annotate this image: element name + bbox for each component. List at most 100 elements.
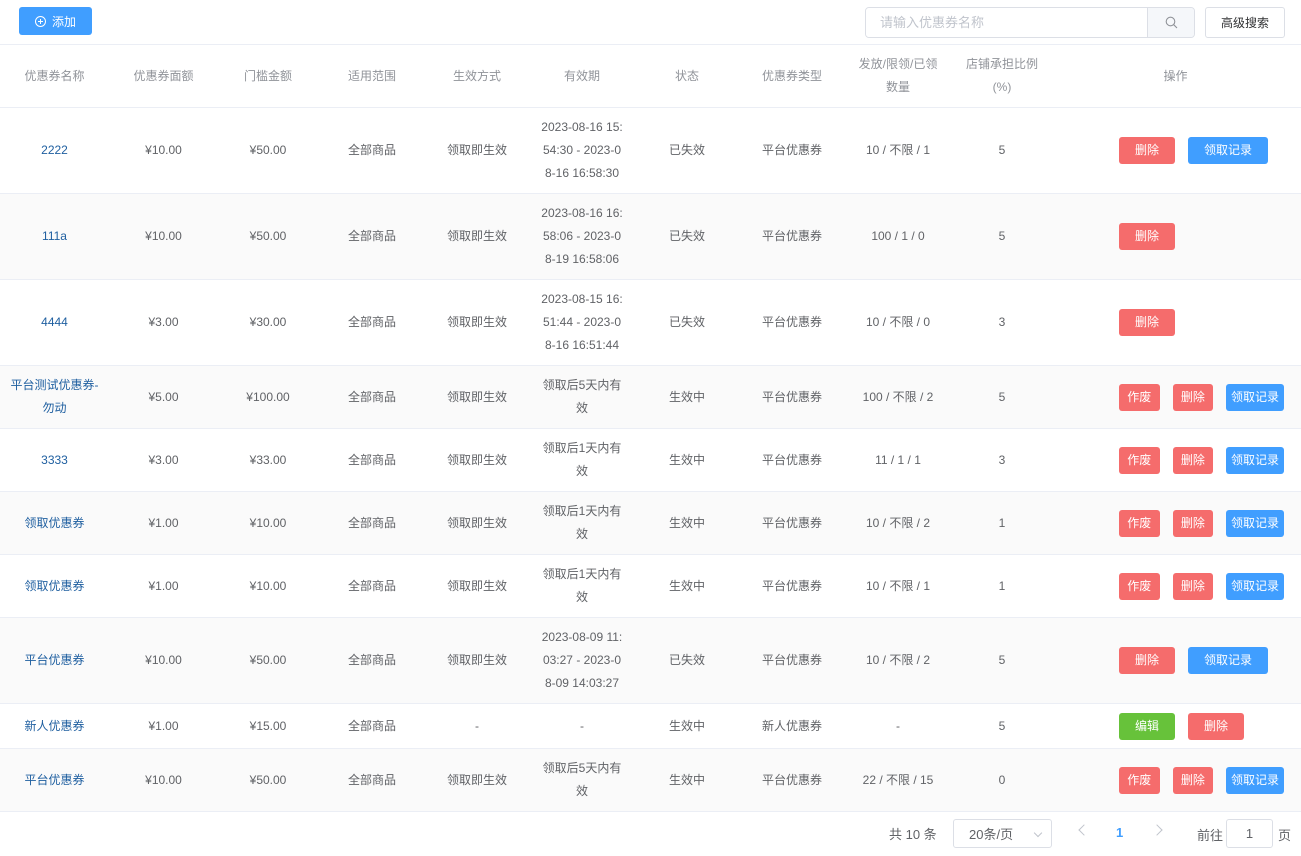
add-button[interactable]: 添加	[19, 7, 92, 35]
cell-status: 生效中	[636, 555, 738, 617]
delete-button[interactable]: 删除	[1172, 509, 1214, 537]
cell-status-text: 已失效	[668, 653, 705, 667]
cell-status: 生效中	[636, 704, 738, 748]
chevron-left-icon[interactable]	[1078, 824, 1090, 836]
cell-ratio-text: 1	[998, 578, 1006, 593]
claim-records-button[interactable]: 领取记录	[1226, 766, 1285, 794]
cell-name[interactable]: 2222	[0, 108, 109, 193]
chevron-right-icon[interactable]	[1151, 824, 1163, 836]
delete-button[interactable]: 删除	[1119, 223, 1175, 250]
edit-button[interactable]: 编辑	[1119, 712, 1175, 740]
cell-status-text: 生效中	[668, 515, 705, 530]
cell-ops: 作废 删除 领取记录	[1054, 366, 1301, 428]
search-input[interactable]	[866, 8, 1147, 37]
cell-name[interactable]: 平台优惠券	[0, 749, 109, 811]
claim-records-button[interactable]: 领取记录	[1188, 137, 1268, 164]
table-row: 111a ¥10.00 ¥50.00 全部商品 领取即生效 2023-08-16 16: 5…	[0, 194, 1301, 280]
cell-validity-line: 8-09 14:03:27	[544, 676, 620, 690]
cell-quantity-text: 10 / 不限 / 2	[865, 515, 931, 530]
cell-quantity-text: 10 / 不限 / 2	[865, 653, 931, 667]
cell-name[interactable]: 领取优惠券	[0, 555, 109, 617]
claim-records-button[interactable]: 领取记录	[1188, 647, 1268, 674]
delete-button[interactable]: 删除	[1172, 446, 1214, 474]
claim-records-button[interactable]: 领取记录	[1226, 383, 1285, 411]
void-button[interactable]: 作废	[1119, 383, 1160, 411]
cell-amount-text: ¥10.00	[145, 229, 182, 243]
cell-amount-text: ¥1.00	[148, 718, 179, 733]
cell-ops: 删除	[1054, 194, 1301, 279]
cell-type-text: 平台优惠券	[761, 578, 822, 593]
cell-status: 生效中	[636, 429, 738, 491]
cell-validity-line: 03:27 - 2023-0	[542, 653, 622, 667]
void-button[interactable]: 作废	[1119, 572, 1160, 600]
advanced-search-button[interactable]: 高级搜索	[1205, 7, 1285, 38]
cell-amount-text: ¥3.00	[148, 315, 179, 329]
cell-type: 平台优惠券	[738, 749, 846, 811]
cell-status: 已失效	[636, 108, 738, 193]
cell-scope-text: 全部商品	[347, 143, 396, 157]
cell-name[interactable]: 3333	[0, 429, 109, 491]
cell-quantity-text: 10 / 不限 / 1	[865, 143, 931, 157]
cell-effect-mode-text: 领取即生效	[446, 143, 507, 157]
cell-validity-line: 效	[575, 464, 588, 478]
cell-name-text: 111a	[42, 229, 67, 243]
cell-validity-line: 2023-08-15 16:	[541, 292, 623, 306]
delete-button[interactable]: 删除	[1172, 572, 1214, 600]
cell-name[interactable]: 111a	[0, 194, 109, 279]
search-button[interactable]	[1147, 8, 1194, 37]
cell-effect-mode-text: 领取即生效	[446, 578, 507, 593]
header-ops: 操作	[1163, 68, 1188, 83]
claim-records-button[interactable]: 领取记录	[1226, 572, 1285, 600]
cell-status: 生效中	[636, 749, 738, 811]
void-button[interactable]: 作废	[1119, 766, 1160, 794]
delete-button[interactable]: 删除	[1172, 766, 1214, 794]
cell-name[interactable]: 领取优惠券	[0, 492, 109, 554]
claim-records-button[interactable]: 领取记录	[1226, 446, 1285, 474]
delete-button[interactable]: 删除	[1119, 309, 1175, 336]
cell-amount-text: ¥1.00	[148, 515, 179, 530]
search-box	[865, 7, 1195, 38]
cell-amount: ¥10.00	[109, 108, 218, 193]
cell-amount-text: ¥10.00	[145, 772, 182, 787]
cell-effect-mode: 领取即生效	[426, 492, 528, 554]
delete-button[interactable]: 删除	[1119, 137, 1175, 164]
delete-button[interactable]: 删除	[1188, 712, 1244, 740]
cell-name[interactable]: 4444	[0, 280, 109, 365]
header-amount: 优惠券面额	[133, 68, 194, 83]
cell-effect-mode: 领取即生效	[426, 749, 528, 811]
cell-ratio: 0	[950, 749, 1054, 811]
cell-ratio: 3	[950, 280, 1054, 365]
cell-ratio: 3	[950, 429, 1054, 491]
claim-records-button[interactable]: 领取记录	[1226, 509, 1285, 537]
cell-threshold-text: ¥50.00	[249, 229, 287, 243]
page-number-current[interactable]: 1	[1116, 825, 1123, 840]
void-button[interactable]: 作废	[1119, 446, 1160, 474]
cell-scope: 全部商品	[318, 749, 426, 811]
cell-ops: 删除	[1054, 280, 1301, 365]
cell-type: 平台优惠券	[738, 429, 846, 491]
cell-validity-line: -	[580, 718, 584, 733]
table-row: 4444 ¥3.00 ¥30.00 全部商品 领取即生效 2023-08-15 16: 51…	[0, 280, 1301, 366]
cell-amount-text: ¥10.00	[145, 143, 182, 157]
void-button[interactable]: 作废	[1119, 509, 1160, 537]
cell-threshold: ¥50.00	[218, 618, 318, 703]
cell-amount: ¥5.00	[109, 366, 218, 428]
delete-button[interactable]: 删除	[1119, 647, 1175, 674]
cell-validity-line: 54:30 - 2023-0	[542, 143, 622, 157]
page-size-select[interactable]: 20条/页	[953, 819, 1052, 848]
cell-type-text: 平台优惠券	[761, 515, 822, 530]
cell-scope-text: 全部商品	[347, 718, 396, 733]
cell-name[interactable]: 新人优惠券	[0, 704, 109, 748]
header-ratio: 店铺承担比例 (%)	[950, 45, 1054, 107]
goto-page-input[interactable]	[1226, 819, 1273, 848]
cell-name-line: 平台测试优惠券-	[10, 378, 99, 392]
cell-name[interactable]: 平台测试优惠券- 勿动	[0, 366, 109, 428]
cell-name-line: 勿动	[42, 401, 67, 415]
cell-validity-line: 效	[575, 401, 588, 415]
cell-name[interactable]: 平台优惠券	[0, 618, 109, 703]
cell-scope-text: 全部商品	[347, 315, 396, 329]
cell-scope: 全部商品	[318, 429, 426, 491]
cell-scope: 全部商品	[318, 108, 426, 193]
chevron-down-icon	[1033, 828, 1043, 838]
delete-button[interactable]: 删除	[1172, 383, 1214, 411]
